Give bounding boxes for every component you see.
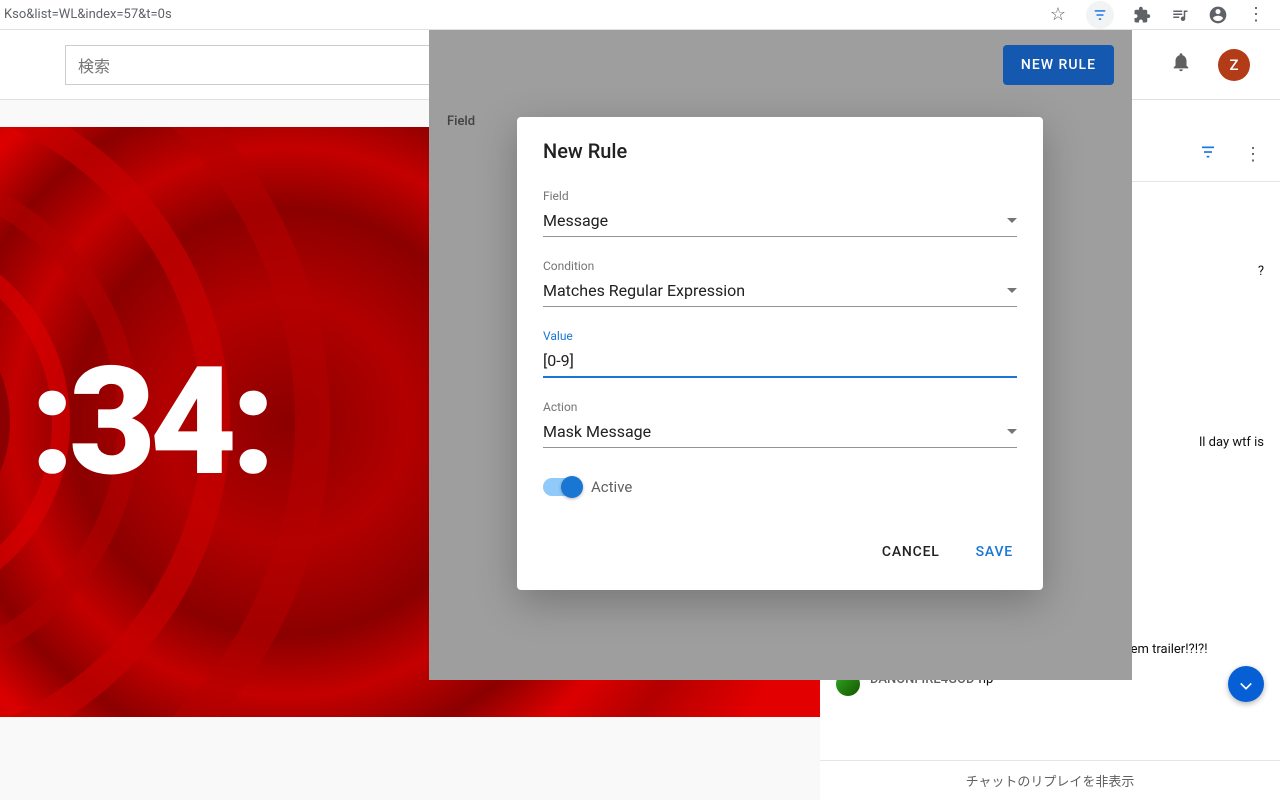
field-select[interactable]: Message [543, 207, 1017, 237]
col-field: Field [447, 114, 475, 129]
menu-dots-icon[interactable]: ⋮ [1246, 5, 1266, 25]
value-input-group: Value [543, 329, 1017, 378]
notifications-icon[interactable] [1170, 51, 1192, 78]
condition-select-value: Matches Regular Expression [543, 281, 745, 300]
action-select[interactable]: Mask Message [543, 418, 1017, 448]
action-label: Action [543, 400, 1017, 414]
field-select-group: Field Message [543, 189, 1017, 237]
browser-address-bar: Kso&list=WL&index=57&t=0s ☆ ⋮ [0, 0, 1280, 30]
condition-label: Condition [543, 259, 1017, 273]
chevron-down-icon [1007, 288, 1017, 293]
chat-msg-partial: ll day wtf is [1199, 435, 1264, 450]
url-fragment: Kso&list=WL&index=57&t=0s [0, 7, 172, 22]
queue-music-icon[interactable] [1170, 5, 1190, 25]
extensions-icon[interactable] [1132, 5, 1152, 25]
value-input[interactable] [543, 347, 1017, 378]
dialog-actions: CANCEL SAVE [543, 536, 1017, 568]
filter-extension-icon[interactable] [1086, 1, 1114, 29]
condition-select[interactable]: Matches Regular Expression [543, 277, 1017, 307]
new-rule-button[interactable]: NEW RULE [1003, 45, 1114, 85]
value-label: Value [543, 329, 1017, 343]
account-icon[interactable] [1208, 5, 1228, 25]
active-toggle[interactable] [543, 478, 581, 496]
star-icon[interactable]: ☆ [1048, 5, 1068, 25]
countdown-overlay-text: :34: [30, 334, 270, 510]
active-toggle-label: Active [591, 478, 632, 496]
new-rule-dialog: New Rule Field Message Condition Matches… [517, 117, 1043, 590]
chevron-down-icon [1007, 429, 1017, 434]
browser-action-icons: ☆ ⋮ [1048, 1, 1280, 29]
cancel-button[interactable]: CANCEL [878, 536, 944, 568]
chat-filter-icon[interactable] [1198, 144, 1218, 164]
field-select-value: Message [543, 211, 608, 230]
dialog-title: New Rule [543, 139, 1017, 163]
field-label: Field [543, 189, 1017, 203]
active-toggle-row: Active [543, 478, 1017, 496]
save-button[interactable]: SAVE [972, 536, 1017, 568]
chat-msg-partial: ? [1258, 264, 1264, 279]
scroll-down-fab[interactable] [1228, 666, 1264, 702]
search-placeholder: 検索 [78, 53, 110, 77]
avatar[interactable]: Z [1218, 49, 1250, 81]
appbar-right-actions: Z [1170, 49, 1260, 81]
chat-menu-icon[interactable]: ⋮ [1244, 144, 1262, 165]
extension-toolbar: NEW RULE [429, 30, 1132, 100]
chevron-down-icon [1007, 218, 1017, 223]
chat-hide-replay-button[interactable]: チャットのリプレイを非表示 [820, 760, 1280, 800]
action-select-value: Mask Message [543, 422, 651, 441]
condition-select-group: Condition Matches Regular Expression [543, 259, 1017, 307]
action-select-group: Action Mask Message [543, 400, 1017, 448]
